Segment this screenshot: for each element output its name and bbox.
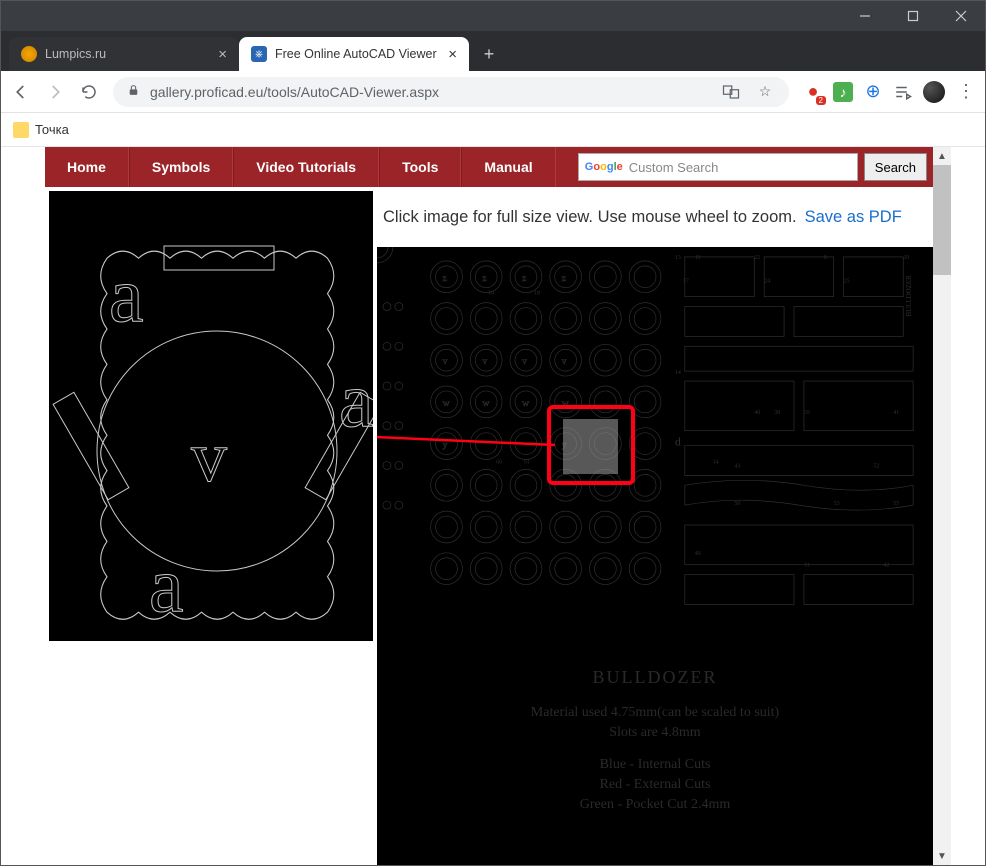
star-icon[interactable]: ☆: [755, 82, 775, 102]
favicon-icon: [21, 46, 37, 62]
svg-text:29: 29: [903, 255, 909, 261]
svg-text:w: w: [522, 398, 530, 409]
bookmark-item[interactable]: Точка: [35, 122, 69, 137]
svg-text:14: 14: [488, 291, 494, 297]
tab-title: Free Online AutoCAD Viewer: [275, 47, 437, 61]
svg-text:50: 50: [734, 501, 740, 507]
nav-manual[interactable]: Manual: [461, 147, 555, 187]
extension-icon[interactable]: ●2: [803, 82, 823, 102]
url-text: gallery.proficad.eu/tools/AutoCAD-Viewer…: [150, 84, 439, 100]
svg-text:35: 35: [804, 410, 810, 416]
svg-text:v: v: [191, 417, 227, 497]
cad-text: Material used 4.75mm(can be scaled to su…: [377, 705, 933, 721]
nav-symbols[interactable]: Symbols: [129, 147, 233, 187]
svg-text:BULLDOZER: BULLDOZER: [905, 275, 913, 317]
lock-icon: [127, 84, 140, 100]
svg-text:19: 19: [695, 255, 701, 261]
window-minimize[interactable]: [841, 1, 889, 31]
cad-title: BULLDOZER: [377, 667, 933, 688]
tab-title: Lumpics.ru: [45, 47, 106, 61]
svg-text:a: a: [109, 251, 144, 338]
svg-text:61: 61: [524, 459, 530, 465]
svg-text:38: 38: [774, 410, 780, 416]
svg-text:8: 8: [824, 255, 827, 261]
cad-text: Red - External Cuts: [377, 777, 933, 793]
svg-text:z: z: [482, 273, 487, 284]
translate-icon[interactable]: [721, 82, 741, 102]
vertical-scrollbar[interactable]: ▲ ▼: [933, 147, 951, 865]
cad-text: Slots are 4.8mm: [377, 725, 933, 741]
tab-close-icon[interactable]: ×: [218, 47, 227, 62]
profile-avatar[interactable]: [923, 81, 945, 103]
nav-tools[interactable]: Tools: [379, 147, 461, 187]
forward-button[interactable]: [45, 82, 65, 102]
reload-button[interactable]: [79, 82, 99, 102]
zoom-preview-panel: a a a v: [45, 187, 377, 645]
tab-autocad-viewer[interactable]: ⎈ Free Online AutoCAD Viewer ×: [239, 37, 469, 71]
svg-text:53: 53: [834, 501, 840, 507]
search-button[interactable]: Search: [864, 153, 927, 181]
svg-text:d: d: [675, 435, 681, 449]
search-input[interactable]: Google Custom Search: [578, 153, 858, 181]
google-logo-icon: Google: [585, 161, 623, 173]
svg-text:22: 22: [754, 255, 760, 261]
svg-text:w: w: [482, 398, 490, 409]
scroll-up-icon[interactable]: ▲: [933, 147, 951, 165]
svg-text:17: 17: [683, 279, 689, 285]
svg-text:24: 24: [764, 279, 770, 285]
menu-icon[interactable]: ⋮: [955, 82, 975, 102]
svg-text:41: 41: [893, 410, 899, 416]
svg-text:13: 13: [675, 255, 681, 261]
svg-text:z: z: [443, 273, 448, 284]
address-bar[interactable]: gallery.proficad.eu/tools/AutoCAD-Viewer…: [113, 77, 789, 107]
cad-viewer[interactable]: zzzz vvvv wwww yy 131922829 172425 1418 …: [377, 247, 933, 865]
window-close[interactable]: [937, 1, 985, 31]
svg-text:40: 40: [754, 410, 760, 416]
svg-text:18: 18: [534, 291, 540, 297]
extension-icon[interactable]: ⊕: [863, 82, 883, 102]
svg-text:a: a: [339, 356, 373, 443]
folder-icon: [13, 122, 29, 138]
svg-text:y: y: [443, 440, 448, 451]
save-pdf-link[interactable]: Save as PDF: [805, 208, 902, 227]
svg-text:v: v: [562, 356, 567, 367]
svg-text:14: 14: [675, 370, 681, 376]
svg-text:a: a: [149, 541, 184, 628]
instruction-text: Click image for full size view. Use mous…: [383, 208, 797, 227]
extension-icon[interactable]: ♪: [833, 82, 853, 102]
cad-text: Green - Pocket Cut 2.4mm: [377, 797, 933, 813]
nav-home[interactable]: Home: [45, 147, 129, 187]
tab-close-icon[interactable]: ×: [448, 47, 457, 62]
svg-text:52: 52: [873, 463, 879, 469]
svg-text:60: 60: [496, 459, 502, 465]
svg-text:w: w: [443, 398, 451, 409]
svg-text:v: v: [522, 356, 527, 367]
playlist-icon[interactable]: [893, 82, 913, 102]
svg-text:42: 42: [883, 563, 889, 569]
svg-text:14: 14: [713, 459, 719, 465]
tab-lumpics[interactable]: Lumpics.ru ×: [9, 37, 239, 71]
svg-text:z: z: [522, 273, 527, 284]
svg-text:z: z: [562, 273, 567, 284]
favicon-icon: ⎈: [251, 46, 267, 62]
svg-text:43: 43: [734, 463, 740, 469]
cad-text: Blue - Internal Cuts: [377, 757, 933, 773]
svg-text:31: 31: [804, 563, 810, 569]
window-maximize[interactable]: [889, 1, 937, 31]
svg-text:v: v: [482, 356, 487, 367]
svg-text:25: 25: [844, 279, 850, 285]
scroll-down-icon[interactable]: ▼: [933, 847, 951, 865]
new-tab-button[interactable]: +: [475, 40, 503, 68]
svg-text:55: 55: [893, 501, 899, 507]
zoom-highlight-box: [547, 405, 635, 485]
nav-video-tutorials[interactable]: Video Tutorials: [233, 147, 379, 187]
scroll-thumb[interactable]: [933, 165, 951, 275]
svg-text:49: 49: [695, 551, 701, 557]
back-button[interactable]: [11, 82, 31, 102]
svg-text:v: v: [443, 356, 448, 367]
